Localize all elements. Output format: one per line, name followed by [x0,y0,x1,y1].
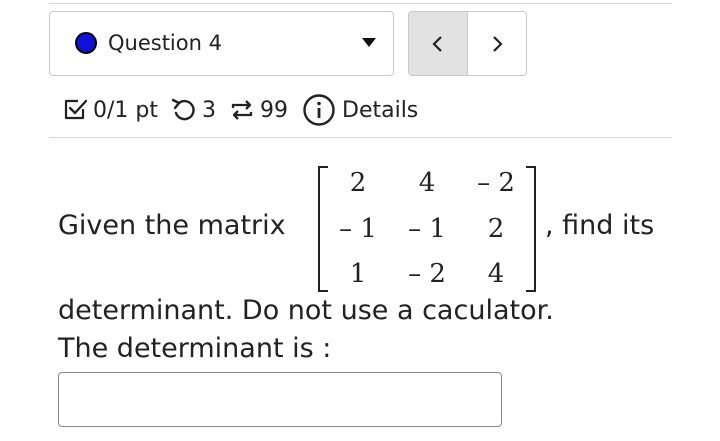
question-meta: 0/1 pt 3 99 Details [63,92,418,128]
matrix-right-bracket [526,166,536,292]
matrix-left-bracket [318,166,328,292]
question-selector[interactable]: Question 4 [49,11,394,76]
meta-divider [49,137,672,138]
question-selector-label: Question 4 [108,31,222,55]
question-nav [408,11,527,76]
info-icon[interactable] [302,93,336,127]
attempts-icon [228,97,256,123]
checkbox-icon [63,97,89,123]
matrix-cell: 1 [349,259,367,289]
matrix-cell: – 1 [408,214,446,244]
previous-question-button[interactable] [409,12,468,75]
chevron-right-icon [492,35,503,52]
attempts-text: 99 [260,97,288,123]
caret-down-icon [362,38,376,47]
question-text-before-matrix: Given the matrix [58,210,286,241]
matrix-cell: 2 [487,214,505,244]
top-divider [49,3,672,4]
matrix-cell: – 2 [408,259,446,289]
retries-text: 3 [202,97,216,123]
retry-icon [170,97,198,123]
matrix-cell: 2 [349,168,367,198]
matrix-cell: 4 [418,168,436,198]
matrix-cell: – 1 [339,214,377,244]
matrix-cell: 4 [487,259,505,289]
next-question-button[interactable] [467,12,526,75]
determinant-answer-input[interactable] [58,372,502,427]
chevron-left-icon [432,35,442,52]
answer-prompt: The determinant is : [58,333,332,364]
status-dot-icon [75,32,97,54]
question-text-line2: determinant. Do not use a caculator. [58,295,554,326]
score-text: 0/1 pt [93,97,158,123]
matrix: 2 4 – 2 – 1 – 1 2 1 – 2 4 [316,166,538,292]
question-text-after-matrix: , find its [545,210,655,241]
matrix-cell: – 2 [477,168,515,198]
details-link[interactable]: Details [342,98,418,123]
